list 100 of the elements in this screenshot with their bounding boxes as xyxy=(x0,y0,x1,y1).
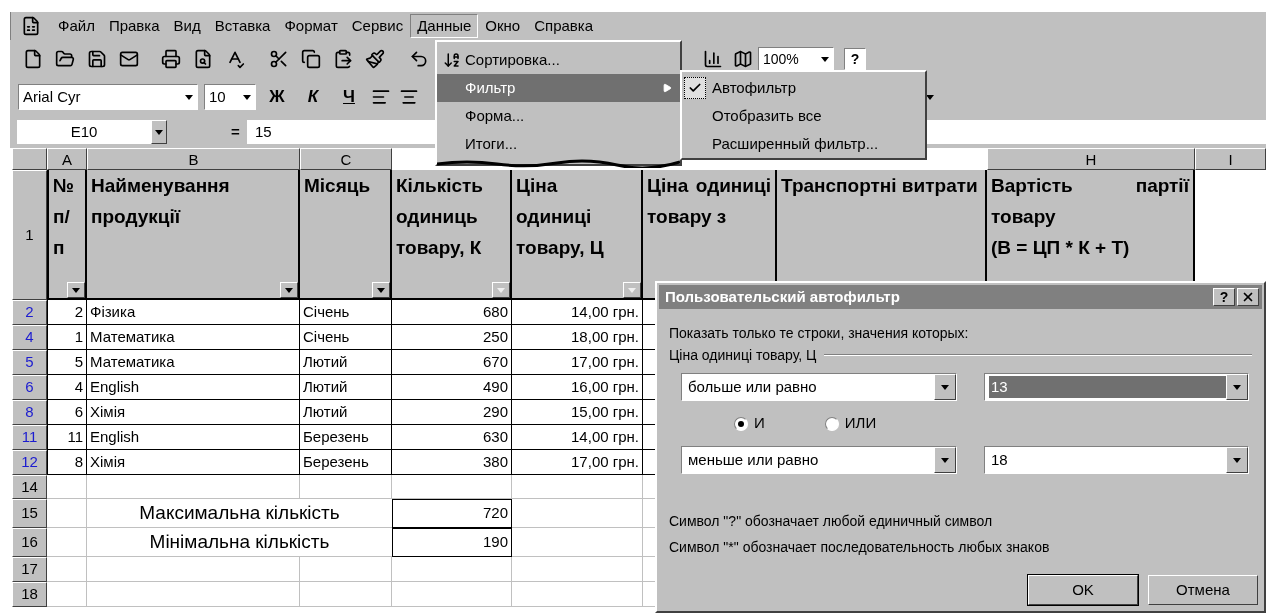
table-cell: 2 xyxy=(47,300,87,325)
zoom-dropdown[interactable]: 100% xyxy=(758,47,834,71)
menu-item[interactable]: Сортировка... xyxy=(437,46,680,74)
menu-item[interactable]: Фильтр xyxy=(437,74,680,102)
menu-item[interactable]: Окно xyxy=(478,14,528,38)
radio-option[interactable]: И xyxy=(734,412,765,435)
menu-item[interactable]: Вставка xyxy=(207,14,278,38)
table-cell: Хімія xyxy=(87,450,300,475)
table-cell: Березень xyxy=(300,425,392,450)
dropdown-field[interactable]: меньше или равно xyxy=(681,446,957,474)
column-header[interactable]: B xyxy=(87,148,300,170)
radio-option[interactable]: ИЛИ xyxy=(824,412,877,435)
header-cell: Місяць xyxy=(300,170,392,300)
prompt-text: Показать только те строки, значения которых: xyxy=(669,324,970,343)
bold-button[interactable]: Ж xyxy=(262,84,292,110)
menu-item[interactable]: Итоги... xyxy=(437,130,680,158)
table-cell: 18,00 грн. xyxy=(512,325,643,350)
column-header[interactable]: C xyxy=(300,148,392,170)
table-cell: Максимальна кількість xyxy=(87,499,392,528)
table-cell: 11 xyxy=(47,425,87,450)
table-cell: 17,00 грн. xyxy=(512,350,643,375)
row-header[interactable]: 6 xyxy=(12,375,47,400)
font-dropdown[interactable]: Arial Cyr xyxy=(18,84,198,110)
column-header[interactable]: A xyxy=(47,148,87,170)
menu-item[interactable]: Форма... xyxy=(437,102,680,130)
help-button[interactable]: ? xyxy=(844,48,866,70)
table-cell: 14,00 грн. xyxy=(512,425,643,450)
table-cell: 5 xyxy=(47,350,87,375)
table-cell: Математика xyxy=(87,325,300,350)
menu-item[interactable]: Справка xyxy=(527,14,601,38)
row-header[interactable]: 5 xyxy=(12,350,47,375)
table-cell: Лютий xyxy=(300,375,392,400)
table-cell: Січень xyxy=(300,325,392,350)
row-header[interactable]: 15 xyxy=(12,499,47,528)
table-cell: 14,00 грн. xyxy=(512,300,643,325)
menu-item[interactable]: Автофильтр xyxy=(682,74,925,102)
menu-item[interactable]: Расширенный фильтр... xyxy=(682,130,925,158)
table-cell: Хімія xyxy=(87,400,300,425)
column-header[interactable]: H xyxy=(987,148,1195,170)
cancel-button[interactable]: Отмена xyxy=(1148,575,1258,605)
row-header[interactable]: 17 xyxy=(12,557,47,582)
menu-item[interactable]: Отобразить все xyxy=(682,102,925,130)
table-cell: Фізика xyxy=(87,300,300,325)
row-header[interactable]: 4 xyxy=(12,325,47,350)
row-header[interactable]: 18 xyxy=(12,582,47,607)
menu-item[interactable]: Вид xyxy=(166,14,208,38)
font-size-dropdown[interactable]: 10 xyxy=(204,84,256,110)
table-cell: Березень xyxy=(300,450,392,475)
row-header[interactable]: 8 xyxy=(12,400,47,425)
table-cell: 250 xyxy=(392,325,512,350)
table-cell: 720 xyxy=(392,499,512,528)
table-cell: 1 xyxy=(47,325,87,350)
underline-button[interactable]: Ч xyxy=(334,84,364,110)
table-cell: 4 xyxy=(47,375,87,400)
hint-text: Символ "?" обозначает любой единичный символ xyxy=(669,512,994,531)
header-cell: Кількість одиниць товару, К xyxy=(392,170,512,300)
header-cell: Ціна одиниці товару, Ц xyxy=(512,170,643,300)
menu-item[interactable]: Данные xyxy=(410,14,479,38)
header-cell: № п/ п xyxy=(47,170,87,300)
row-header[interactable]: 11 xyxy=(12,425,47,450)
table-cell: 490 xyxy=(392,375,512,400)
row-header[interactable]: 12 xyxy=(12,450,47,475)
table-cell: 290 xyxy=(392,400,512,425)
table-cell: 17,00 грн. xyxy=(512,450,643,475)
table-cell: 680 xyxy=(392,300,512,325)
table-cell: Лютий xyxy=(300,350,392,375)
table-cell: 670 xyxy=(392,350,512,375)
table-cell: 6 xyxy=(47,400,87,425)
header-cell: Найменування продукції xyxy=(87,170,300,300)
table-cell: Математика xyxy=(87,350,300,375)
dropdown-field[interactable]: 18 xyxy=(984,446,1249,474)
table-cell: Лютий xyxy=(300,400,392,425)
row-header[interactable]: 2 xyxy=(12,300,47,325)
menu-item[interactable]: Сервис xyxy=(344,14,411,38)
table-cell: English xyxy=(87,375,300,400)
row-header[interactable]: 16 xyxy=(12,528,47,557)
row-header[interactable]: 14 xyxy=(12,475,47,499)
field-label: Ціна одиниці товару, Ц xyxy=(669,345,817,365)
ok-button[interactable]: OK xyxy=(1028,575,1138,605)
help-button[interactable]: ? xyxy=(1213,288,1235,306)
table-cell: 630 xyxy=(392,425,512,450)
table-cell: 16,00 грн. xyxy=(512,375,643,400)
equals-sign: = xyxy=(231,121,241,142)
hint-text: Символ "*" обозначает последовательность любых знаков xyxy=(669,538,1051,557)
table-cell: 190 xyxy=(392,528,512,557)
table-cell: English xyxy=(87,425,300,450)
table-cell: 15,00 грн. xyxy=(512,400,643,425)
row-header[interactable]: 1 xyxy=(12,170,47,300)
menu-item[interactable]: Файл xyxy=(51,14,102,38)
name-box[interactable]: E10 xyxy=(17,120,167,144)
table-cell: Мінімальна кількість xyxy=(87,528,392,557)
table-cell: 380 xyxy=(392,450,512,475)
dropdown-field[interactable]: больше или равно xyxy=(681,373,957,401)
italic-button[interactable]: К xyxy=(298,84,328,110)
table-cell: Січень xyxy=(300,300,392,325)
menu-item[interactable]: Правка xyxy=(101,14,167,38)
menu-item[interactable]: Формат xyxy=(277,14,345,38)
table-cell: 8 xyxy=(47,450,87,475)
column-header[interactable]: I xyxy=(1195,148,1266,170)
dropdown-field[interactable]: 13 xyxy=(984,373,1249,401)
